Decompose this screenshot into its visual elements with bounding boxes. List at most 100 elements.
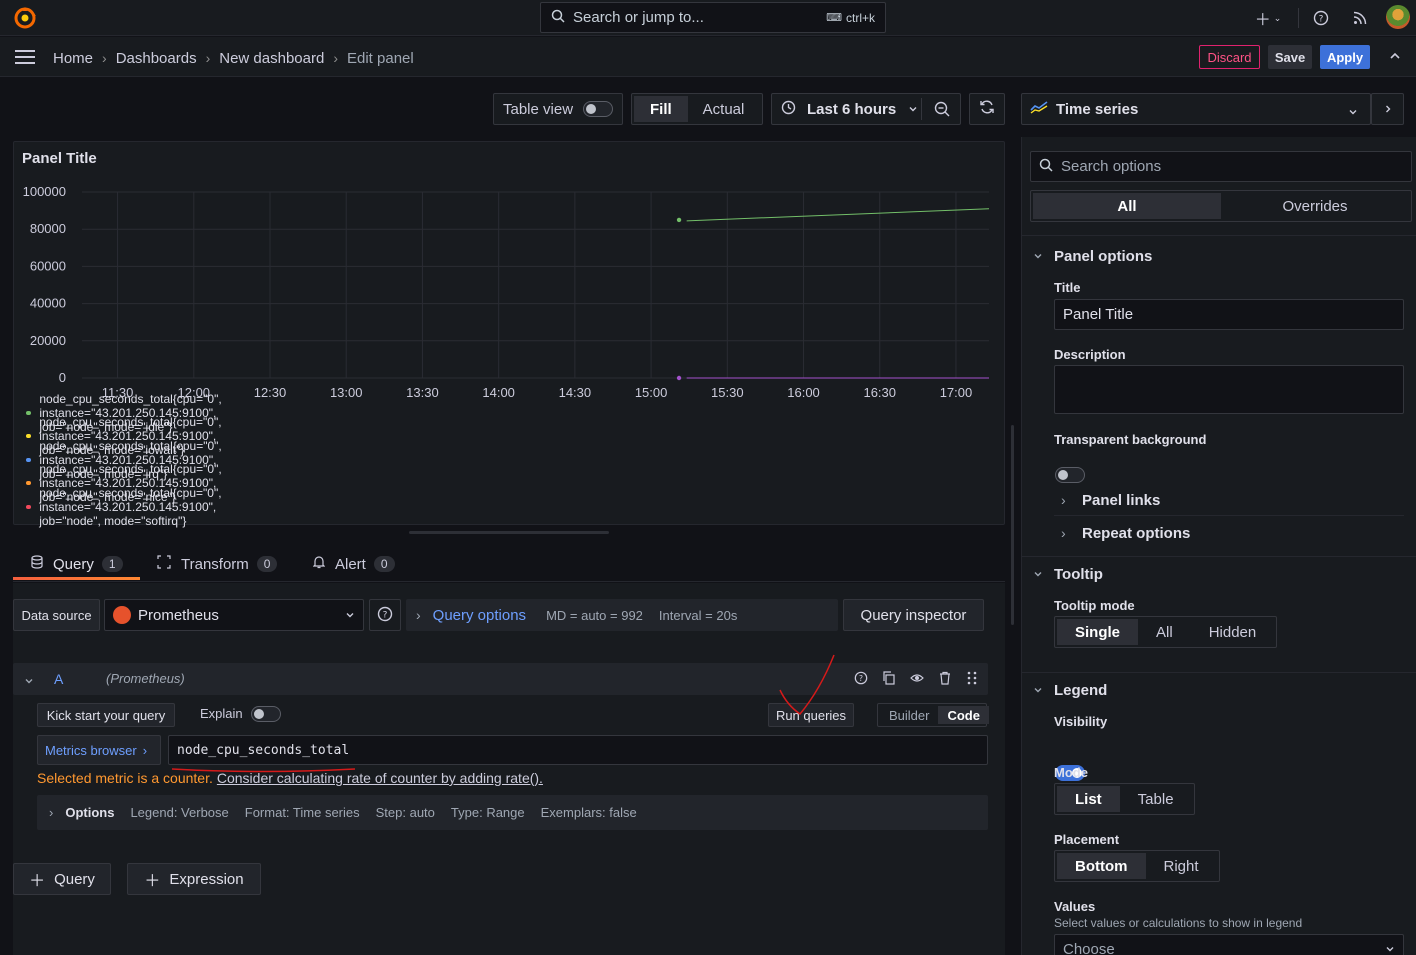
legend-item[interactable]: node_cpu_seconds_total{cpu="0", instance…: [26, 486, 230, 528]
apply-button[interactable]: Apply: [1320, 45, 1370, 69]
x-tick-label: 15:00: [635, 385, 668, 400]
tab-alert[interactable]: Alert 0: [312, 555, 395, 573]
query-ref-id[interactable]: A: [54, 671, 63, 687]
search-bar[interactable]: Search or jump to... ⌨ ctrl+k: [540, 2, 886, 33]
pane-resize-handle[interactable]: [1011, 425, 1014, 625]
visualization-label: Time series: [1056, 100, 1139, 118]
help-icon[interactable]: ?: [1311, 8, 1331, 28]
add-query-label: Query: [54, 870, 95, 888]
zoom-out-icon[interactable]: [934, 101, 950, 121]
duplicate-icon[interactable]: [882, 671, 896, 688]
eye-icon[interactable]: [910, 671, 924, 688]
option-type: Type: Range: [450, 805, 525, 820]
query-options-row[interactable]: › Options Legend: Verbose Format: Time s…: [37, 795, 988, 830]
placement-bottom-option[interactable]: Bottom: [1057, 853, 1146, 879]
grafana-logo-icon[interactable]: [12, 5, 38, 31]
time-range-picker[interactable]: Last 6 hours: [771, 93, 961, 125]
tab-all[interactable]: All: [1033, 193, 1221, 219]
legend-list-option[interactable]: List: [1057, 786, 1120, 812]
placement-right-option[interactable]: Right: [1146, 853, 1217, 879]
chevron-up-icon[interactable]: [1389, 50, 1401, 65]
values-select[interactable]: Choose: [1054, 934, 1404, 955]
max-data-points: MD = auto = 992: [546, 607, 643, 623]
chevron-right-icon: ›: [416, 607, 421, 623]
x-tick-label: 14:00: [482, 385, 515, 400]
query-options-bar[interactable]: › Query options MD = auto = 992 Interval…: [406, 599, 838, 631]
interval: Interval = 20s: [658, 607, 738, 623]
query-row-actions: ?: [854, 671, 978, 688]
tooltip-all-option[interactable]: All: [1138, 619, 1191, 645]
time-series-chart[interactable]: 10000080000600004000020000011:30 12:00 12:…: [13, 180, 1005, 400]
refresh-button[interactable]: [969, 93, 1005, 125]
tab-transform[interactable]: Transform 0: [157, 555, 278, 573]
tooltip-header[interactable]: Tooltip: [1054, 566, 1103, 583]
tab-transform-label: Transform: [181, 555, 249, 573]
tooltip-hidden-option[interactable]: Hidden: [1191, 619, 1275, 645]
discard-button[interactable]: Discard: [1199, 45, 1260, 69]
chevron-down-icon: [1385, 941, 1395, 955]
plus-icon[interactable]: ＋ ⌄: [1252, 8, 1284, 29]
help-icon: ?: [377, 606, 393, 625]
repeat-options-header[interactable]: Repeat options: [1082, 525, 1190, 542]
collapse-query-icon[interactable]: [24, 673, 34, 689]
panel-options-header[interactable]: Panel options: [1054, 248, 1152, 265]
data-source-picker[interactable]: Prometheus: [104, 599, 364, 631]
table-view-toggle[interactable]: Table view: [493, 93, 623, 125]
series-point: [676, 217, 682, 223]
data-source-help-button[interactable]: ?: [369, 599, 401, 631]
description-textarea[interactable]: [1054, 365, 1404, 414]
drag-handle-icon[interactable]: [966, 671, 978, 688]
option-step: Step: auto: [375, 805, 435, 820]
legend-label: node_cpu_seconds_total{cpu="0", instance…: [39, 485, 222, 528]
trash-icon[interactable]: [938, 671, 952, 688]
placement-label: Placement: [1054, 832, 1120, 847]
chevron-down-icon[interactable]: [1033, 566, 1043, 582]
chevron-down-icon[interactable]: [1033, 248, 1043, 264]
divider: [1022, 235, 1416, 236]
collapse-options-button[interactable]: [1371, 93, 1404, 125]
metrics-browser-label: Metrics browser: [45, 742, 137, 758]
breadcrumb-home[interactable]: Home: [53, 50, 93, 67]
panel-links-header[interactable]: Panel links: [1082, 492, 1160, 509]
user-avatar[interactable]: [1386, 5, 1410, 29]
code-option[interactable]: Code: [938, 706, 989, 724]
fill-option[interactable]: Fill: [634, 96, 688, 122]
builder-option[interactable]: Builder: [880, 706, 938, 724]
legend-header[interactable]: Legend: [1054, 682, 1107, 699]
series-line: [686, 208, 990, 222]
y-tick-label: 60000: [30, 258, 66, 273]
panel-title: Panel Title: [22, 150, 97, 167]
fill-actual-group: Fill Actual: [631, 93, 763, 125]
breadcrumb-new-dashboard[interactable]: New dashboard: [219, 50, 324, 67]
breadcrumb-dashboards[interactable]: Dashboards: [116, 50, 197, 67]
transparent-background-switch[interactable]: [1055, 467, 1085, 483]
tooltip-single-option[interactable]: Single: [1057, 619, 1139, 645]
query-inspector-button[interactable]: Query inspector: [843, 599, 984, 631]
add-expression-button[interactable]: ＋ Expression: [127, 863, 261, 895]
table-view-switch[interactable]: [583, 101, 614, 117]
kick-start-button[interactable]: Kick start your query: [37, 703, 175, 727]
tab-query[interactable]: Query 1: [31, 555, 123, 573]
visualization-picker[interactable]: Time series: [1021, 93, 1371, 125]
add-query-button[interactable]: ＋ Query: [13, 863, 111, 895]
metrics-browser-button[interactable]: Metrics browser ›: [37, 735, 161, 765]
splitter-handle[interactable]: [409, 531, 609, 534]
x-tick-label: 13:00: [330, 385, 363, 400]
active-tab-indicator: [13, 577, 140, 580]
tab-overrides[interactable]: Overrides: [1221, 193, 1409, 219]
search-options-input[interactable]: Search options: [1030, 151, 1412, 182]
legend-color-swatch: [26, 411, 32, 415]
title-input[interactable]: Panel Title: [1054, 299, 1404, 330]
breadcrumb: Home › Dashboards › New dashboard › Edit…: [53, 48, 414, 68]
x-tick-label: 15:30: [711, 385, 744, 400]
options-label: Options: [65, 805, 115, 820]
menu-icon[interactable]: [15, 49, 35, 68]
save-button[interactable]: Save: [1268, 45, 1312, 69]
database-icon: [31, 555, 43, 573]
legend-table-option[interactable]: Table: [1120, 786, 1192, 812]
chevron-down-icon[interactable]: [1033, 682, 1043, 698]
option-exemplars: Exemplars: false: [540, 805, 637, 820]
rss-icon[interactable]: [1350, 8, 1370, 28]
x-tick-label: 14:30: [559, 385, 592, 400]
actual-option[interactable]: Actual: [688, 96, 760, 122]
